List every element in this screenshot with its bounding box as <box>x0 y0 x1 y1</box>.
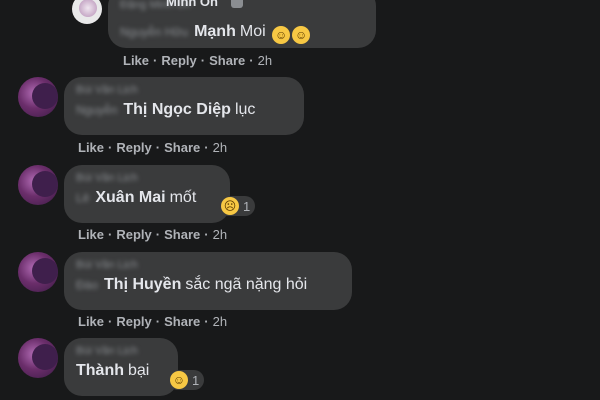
comment-bubble: Đặng Minh Ổn Minh Ổn Nguyễn Hữu Mạnh Moi ☺… <box>108 0 376 48</box>
commenter-name-blurred[interactable]: Bùi Văn Lịch <box>76 172 218 185</box>
commenter-name-visible[interactable]: Minh Ổn <box>166 0 218 9</box>
reaction-count-number: 1 <box>243 198 251 214</box>
avatar[interactable] <box>72 0 102 24</box>
timestamp[interactable]: 2h <box>213 314 227 329</box>
comment-actions: Like · Reply · Share · 2h <box>78 227 228 242</box>
tagged-prefix-blurred[interactable]: Lê <box>76 191 89 205</box>
wave-icon <box>231 0 243 8</box>
reaction-count-number: 1 <box>192 372 200 388</box>
reply-link[interactable]: Reply <box>161 53 196 68</box>
like-link[interactable]: Like <box>78 227 104 242</box>
laughing-tears-emoji-icon: ☺ <box>272 26 291 44</box>
avatar[interactable] <box>18 77 58 117</box>
commenter-name-blurred[interactable]: Bùi Văn Lịch <box>76 84 292 97</box>
comment-actions: Like · Reply · Share · 2h <box>123 53 273 68</box>
reply-link[interactable]: Reply <box>116 314 151 329</box>
comment-bubble: Bùi Văn Lịch Lê Xuân Mai mốt <box>64 165 230 223</box>
comment-actions: Like · Reply · Share · 2h <box>78 314 228 329</box>
timestamp[interactable]: 2h <box>213 140 227 155</box>
share-link[interactable]: Share <box>164 314 200 329</box>
share-link[interactable]: Share <box>164 140 200 155</box>
haha-emoji-icon: ☺ <box>170 371 188 389</box>
tagged-name[interactable]: Thị Huyền <box>104 276 181 293</box>
tagged-prefix-blurred[interactable]: Nguyễn <box>76 103 117 117</box>
comment-text: bại <box>128 362 150 379</box>
tagged-name[interactable]: Xuân Mai <box>95 189 165 206</box>
commenter-name-blurred[interactable]: Bùi Văn Lịch <box>76 259 340 272</box>
comment-bubble: Bùi Văn Lịch Thành bại <box>64 338 178 396</box>
comment-text: mốt <box>169 189 197 206</box>
timestamp[interactable]: 2h <box>213 227 227 242</box>
share-link[interactable]: Share <box>209 53 245 68</box>
comment-text: sắc ngã nặng hỏi <box>185 276 308 293</box>
comment-actions: Like · Reply · Share · 2h <box>78 140 228 155</box>
comment-bubble: Bùi Văn Lịch Đào Thị Huyền sắc ngã nặng hỏ… <box>64 252 352 310</box>
avatar[interactable] <box>18 252 58 292</box>
tagged-prefix-blurred[interactable]: Đào <box>76 278 98 292</box>
commenter-name-blurred[interactable]: Bùi Văn Lịch <box>76 345 166 358</box>
comment-text: Moi <box>239 23 266 40</box>
like-link[interactable]: Like <box>78 314 104 329</box>
reaction-count[interactable]: ☹ 1 <box>219 196 256 216</box>
reply-link[interactable]: Reply <box>116 227 151 242</box>
laughing-tears-emoji-icon: ☺ <box>292 26 311 44</box>
reaction-count[interactable]: ☺ 1 <box>168 370 205 390</box>
tagged-name[interactable]: Thành <box>76 362 124 379</box>
reply-link[interactable]: Reply <box>116 140 151 155</box>
tagged-prefix-blurred[interactable]: Nguyễn Hữu <box>120 25 188 39</box>
comment-text: lục <box>234 101 256 118</box>
tagged-name[interactable]: Mạnh <box>194 23 236 40</box>
like-link[interactable]: Like <box>123 53 149 68</box>
avatar[interactable] <box>18 338 58 378</box>
sad-emoji-icon: ☹ <box>221 197 239 215</box>
share-link[interactable]: Share <box>164 227 200 242</box>
like-link[interactable]: Like <box>78 140 104 155</box>
tagged-name[interactable]: Thị Ngọc Diệp <box>123 101 231 118</box>
avatar[interactable] <box>18 165 58 205</box>
comment-bubble: Bùi Văn Lịch Nguyễn Thị Ngọc Diệp lục <box>64 77 304 135</box>
timestamp[interactable]: 2h <box>258 53 272 68</box>
